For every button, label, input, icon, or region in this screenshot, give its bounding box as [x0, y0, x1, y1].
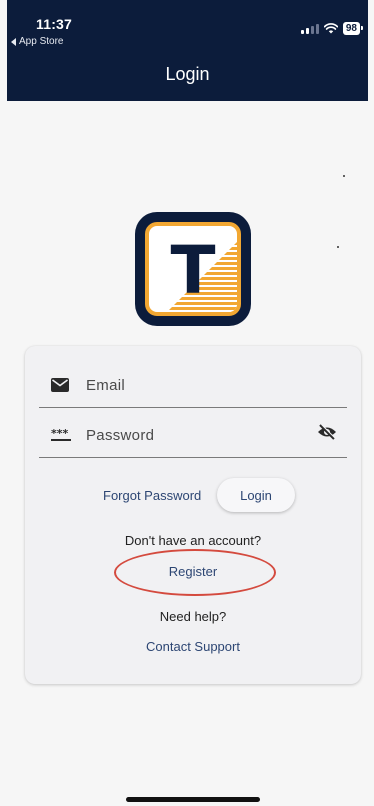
stray-dot — [337, 246, 339, 248]
support-row: Contact Support — [25, 639, 361, 654]
register-link[interactable]: Register — [169, 564, 217, 579]
password-field[interactable]: *** — [39, 412, 347, 458]
password-dots-icon: *** — [51, 428, 71, 441]
stray-dot — [343, 175, 345, 177]
page-title: Login — [165, 64, 210, 84]
app-logo: T — [135, 212, 251, 326]
back-label: App Store — [19, 36, 64, 47]
battery-icon: 98 — [342, 22, 364, 35]
email-input[interactable] — [86, 372, 306, 398]
cellular-signal-icon — [300, 23, 319, 34]
svg-text:***: *** — [51, 428, 69, 440]
need-help-text: Need help? — [159, 609, 227, 624]
app-store-back-link[interactable]: App Store — [11, 36, 63, 47]
home-indicator[interactable] — [126, 797, 260, 802]
login-button[interactable]: Login — [217, 478, 295, 512]
back-triangle-icon — [11, 37, 16, 46]
login-card: *** Forgot Password Login Don't have an … — [25, 346, 361, 684]
app-header: 11:37 App Store 98 Login — [7, 0, 368, 101]
contact-support-link[interactable]: Contact Support — [146, 639, 240, 654]
password-input[interactable] — [86, 422, 306, 448]
logo-inner-frame: T — [145, 222, 241, 316]
logo-letter: T — [170, 232, 216, 309]
mail-icon — [51, 378, 69, 392]
status-time: 11:37 — [36, 16, 73, 32]
register-row: Register — [25, 564, 361, 579]
no-account-text: Don't have an account? — [124, 533, 262, 548]
status-indicators: 98 — [300, 22, 364, 35]
email-field[interactable] — [39, 362, 347, 408]
wifi-icon — [323, 23, 338, 34]
eye-off-icon[interactable] — [317, 424, 337, 440]
forgot-password-link[interactable]: Forgot Password — [103, 488, 201, 503]
